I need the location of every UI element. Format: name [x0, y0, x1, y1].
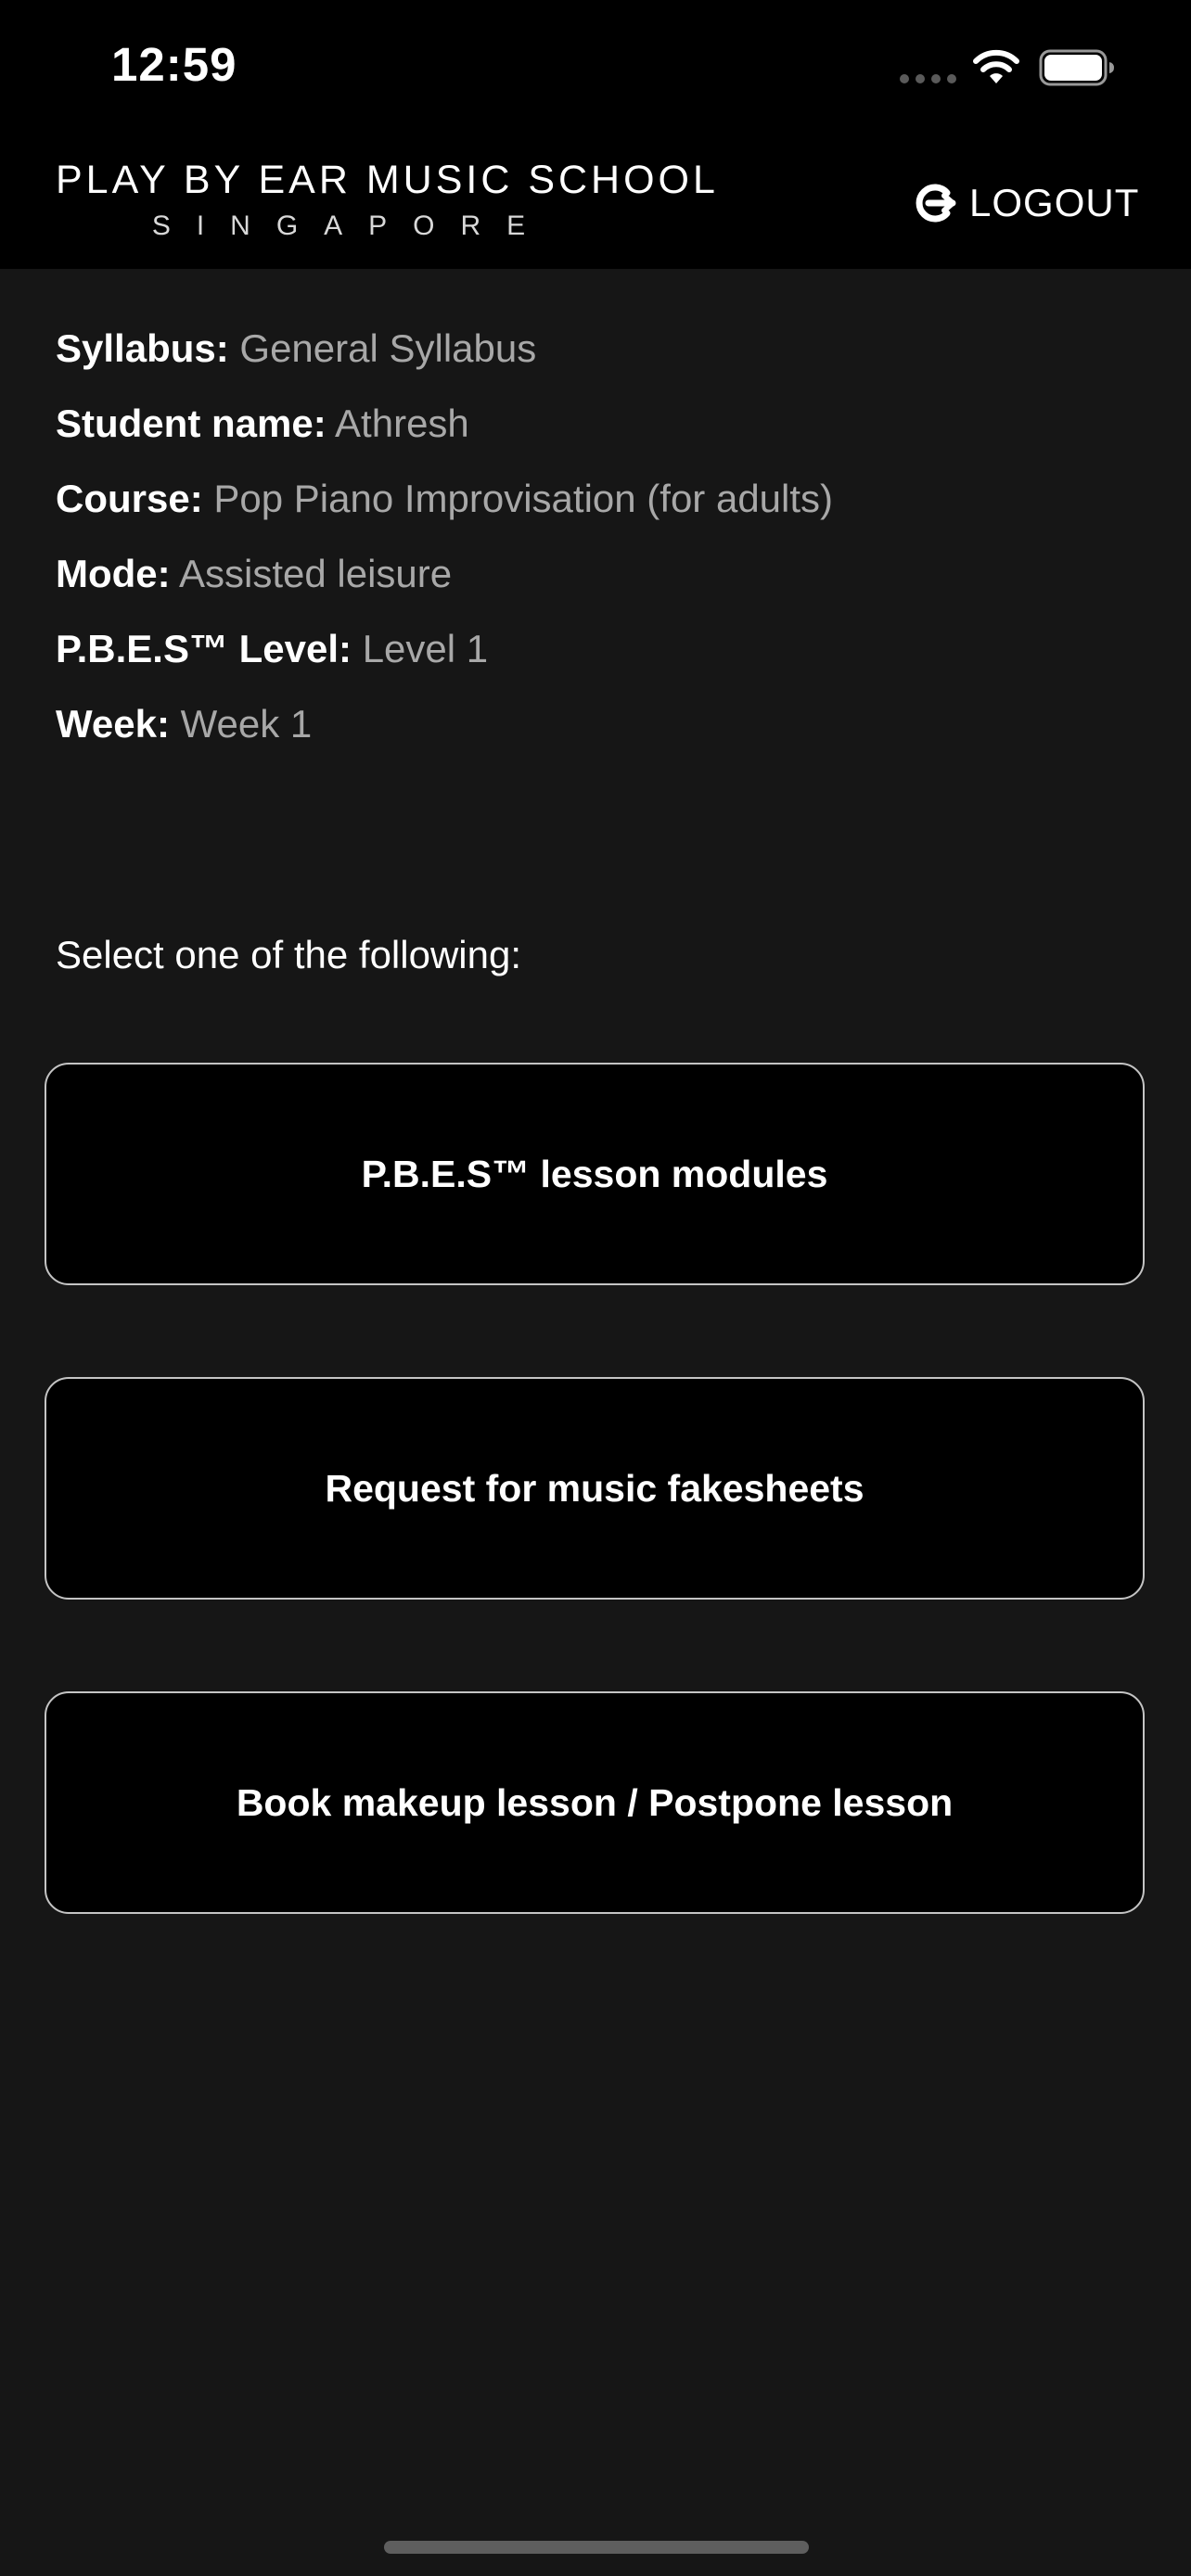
info-label: Student name:: [56, 402, 327, 445]
logo-subtitle: SINGAPORE: [151, 210, 552, 241]
info-value: Pop Piano Improvisation (for adults): [213, 477, 834, 520]
home-indicator[interactable]: [384, 2541, 809, 2554]
book-makeup-lesson-button[interactable]: Book makeup lesson / Postpone lesson: [45, 1691, 1145, 1914]
school-logo: PLAY BY EAR MUSIC SCHOOL SINGAPORE: [56, 158, 719, 250]
info-week: Week: Week 1: [56, 691, 1132, 766]
wifi-icon: [973, 49, 1019, 83]
info-level: P.B.E.S™ Level: Level 1: [56, 616, 1132, 691]
info-value: Week 1: [180, 702, 313, 746]
logout-label: LOGOUT: [969, 181, 1140, 224]
battery-icon: [1039, 49, 1114, 86]
student-info: Syllabus: General Syllabus Student name:…: [56, 315, 1132, 766]
info-value: Level 1: [362, 627, 489, 670]
info-label: Week:: [56, 702, 170, 746]
info-value: Assisted leisure: [179, 552, 453, 595]
info-syllabus: Syllabus: General Syllabus: [56, 315, 1132, 390]
info-label: Mode:: [56, 552, 171, 595]
info-label: Syllabus:: [56, 326, 229, 370]
logout-icon: [916, 184, 956, 223]
lesson-modules-button[interactable]: P.B.E.S™ lesson modules: [45, 1063, 1145, 1285]
info-value: Athresh: [335, 402, 469, 445]
app-header: PLAY BY EAR MUSIC SCHOOL SINGAPORE LOGOU…: [0, 139, 1191, 269]
cellular-signal-icon: [900, 74, 957, 83]
info-label: Course:: [56, 477, 203, 520]
info-label: P.B.E.S™ Level:: [56, 627, 352, 670]
info-mode: Mode: Assisted leisure: [56, 541, 1132, 616]
logo-title: PLAY BY EAR MUSIC SCHOOL: [56, 158, 719, 202]
status-time: 12:59: [111, 38, 237, 91]
selection-prompt: Select one of the following:: [56, 933, 521, 976]
logout-button[interactable]: LOGOUT: [914, 174, 1139, 232]
status-bar: 12:59: [0, 0, 1191, 139]
info-course: Course: Pop Piano Improvisation (for adu…: [56, 465, 1132, 541]
info-value: General Syllabus: [239, 326, 537, 370]
request-fakesheets-button[interactable]: Request for music fakesheets: [45, 1377, 1145, 1600]
info-student-name: Student name: Athresh: [56, 390, 1132, 465]
